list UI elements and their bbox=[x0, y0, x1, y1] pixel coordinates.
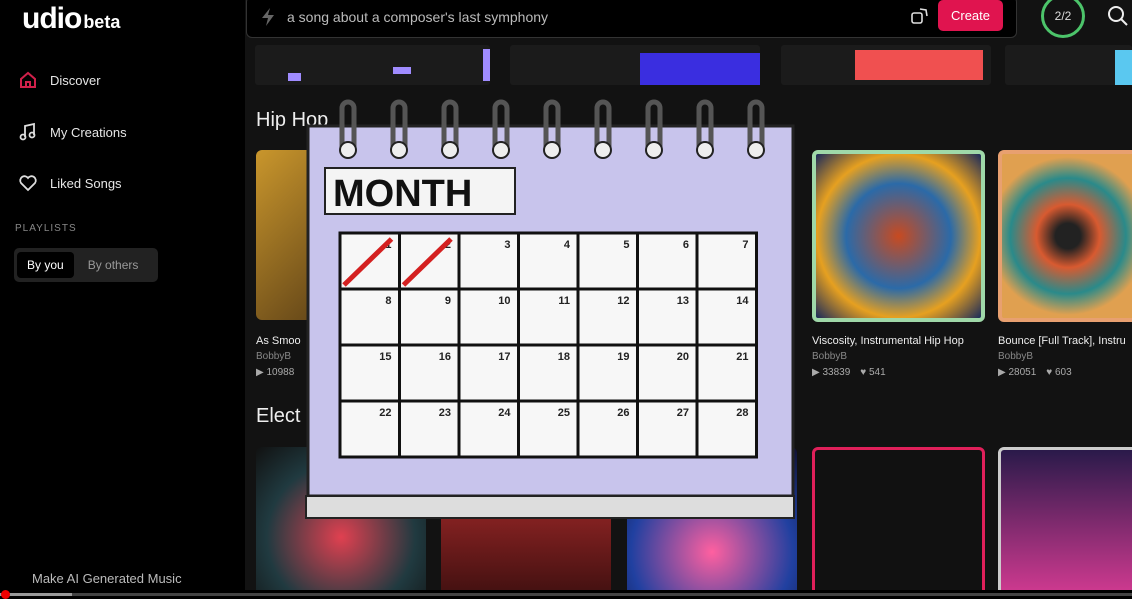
music-note-icon bbox=[19, 122, 36, 141]
ring-hole bbox=[696, 141, 714, 159]
calendar-day-number: 16 bbox=[439, 351, 451, 363]
song-card-art[interactable] bbox=[812, 150, 985, 322]
calendar-day-number: 28 bbox=[736, 407, 748, 419]
calendar-day-number: 11 bbox=[558, 295, 570, 307]
song-card-art[interactable] bbox=[998, 150, 1132, 322]
heart-icon bbox=[19, 175, 37, 192]
calendar-grid: 1234567891011121314151617181920212223242… bbox=[338, 231, 758, 459]
calendar-day-number: 13 bbox=[677, 295, 689, 307]
calendar-day-number: 18 bbox=[558, 351, 570, 363]
ring-hole bbox=[390, 141, 408, 159]
sidebar: udio beta Discover My Creations Liked Son… bbox=[0, 0, 245, 599]
logo[interactable]: udio beta bbox=[22, 2, 120, 36]
calendar-day-number: 19 bbox=[617, 351, 629, 363]
credits-indicator[interactable]: 2/2 bbox=[1041, 0, 1085, 38]
calendar-day-number: 10 bbox=[498, 295, 510, 307]
song-card-art[interactable] bbox=[812, 447, 985, 590]
calendar-day-number: 12 bbox=[617, 295, 629, 307]
calendar-day-number: 24 bbox=[498, 407, 511, 419]
like-count: ♥ 603 bbox=[1046, 367, 1072, 378]
calendar-day-number: 6 bbox=[683, 239, 689, 251]
calendar-day-number: 15 bbox=[379, 351, 391, 363]
calendar-day-number: 20 bbox=[677, 351, 689, 363]
calendar-day-number: 14 bbox=[736, 295, 749, 307]
prompt-input[interactable]: a song about a composer's last symphony bbox=[246, 0, 1017, 38]
song-card[interactable]: As Smoo BobbyB ▶ 10988 bbox=[256, 335, 301, 378]
song-card-art[interactable] bbox=[998, 447, 1132, 590]
calendar-day-number: 21 bbox=[736, 351, 748, 363]
play-count: ▶ 28051 bbox=[998, 367, 1037, 378]
ring-hole bbox=[594, 141, 612, 159]
play-count: ▶ 33839 bbox=[812, 367, 851, 378]
calendar-day-number: 7 bbox=[742, 239, 748, 251]
tab-by-others[interactable]: By others bbox=[78, 252, 149, 278]
play-count: ▶ 10988 bbox=[256, 367, 295, 378]
footer-caption: Make AI Generated Music bbox=[32, 571, 182, 586]
card-art[interactable] bbox=[255, 45, 490, 85]
calendar-day-number: 25 bbox=[558, 407, 570, 419]
song-card[interactable]: Viscosity, Instrumental Hip Hop BobbyB ▶… bbox=[812, 335, 964, 378]
create-button[interactable]: Create bbox=[938, 0, 1003, 31]
lightning-icon bbox=[262, 8, 274, 26]
calendar-day-number: 4 bbox=[564, 239, 571, 251]
ring-hole bbox=[645, 141, 663, 159]
calendar-day-number: 3 bbox=[504, 239, 510, 251]
search-icon[interactable] bbox=[1107, 5, 1129, 27]
calendar-day-number: 26 bbox=[617, 407, 629, 419]
video-progress-bar[interactable] bbox=[0, 590, 1132, 599]
ring-hole bbox=[492, 141, 510, 159]
home-icon bbox=[20, 71, 36, 88]
playlist-filter: By you By others bbox=[14, 248, 158, 282]
calendar-day-number: 17 bbox=[498, 351, 510, 363]
ring-hole bbox=[747, 141, 765, 159]
ring-hole bbox=[543, 141, 561, 159]
calendar-day-number: 5 bbox=[623, 239, 629, 251]
calendar-day-number: 9 bbox=[445, 295, 451, 307]
like-count: ♥ 541 bbox=[860, 367, 886, 378]
calendar-label: MONTH bbox=[333, 173, 472, 215]
sidebar-item-discover[interactable]: Discover bbox=[18, 70, 101, 90]
sidebar-item-liked-songs[interactable]: Liked Songs bbox=[18, 173, 122, 193]
calendar-day-number: 22 bbox=[379, 407, 391, 419]
card-art[interactable] bbox=[781, 45, 991, 85]
card-art[interactable] bbox=[1005, 45, 1132, 85]
calendar-day-number: 8 bbox=[385, 295, 391, 307]
progress-handle[interactable] bbox=[1, 590, 10, 599]
ring-hole bbox=[339, 141, 357, 159]
sidebar-item-my-creations[interactable]: My Creations bbox=[18, 122, 127, 142]
section-title: Elect bbox=[256, 405, 301, 427]
song-card[interactable]: Bounce [Full Track], Instru BobbyB ▶ 280… bbox=[998, 335, 1126, 378]
ring-hole bbox=[441, 141, 459, 159]
calendar-overlay: MONTH 1234567891011121314151617181920212… bbox=[305, 99, 795, 519]
calendar-day-number: 23 bbox=[439, 407, 451, 419]
card-art[interactable] bbox=[510, 45, 760, 85]
playlists-heading: PLAYLISTS bbox=[15, 223, 77, 234]
calendar-day-number: 27 bbox=[677, 407, 689, 419]
dice-icon[interactable] bbox=[910, 6, 930, 26]
tab-by-you[interactable]: By you bbox=[17, 252, 74, 278]
